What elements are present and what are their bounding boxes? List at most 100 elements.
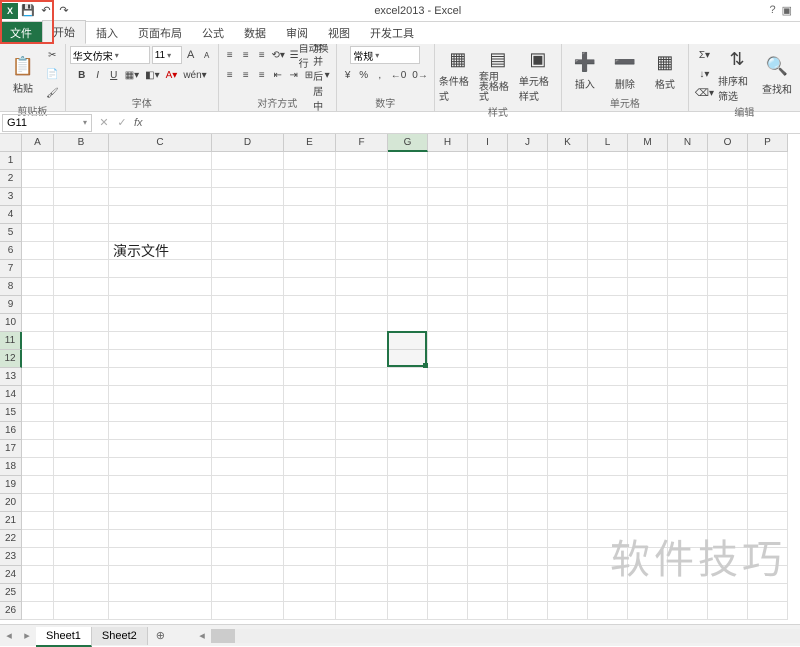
cell[interactable]	[548, 584, 588, 602]
cell[interactable]	[628, 458, 668, 476]
cell[interactable]	[708, 296, 748, 314]
cell[interactable]	[22, 368, 54, 386]
cell[interactable]	[22, 350, 54, 368]
cell[interactable]	[284, 476, 336, 494]
cell[interactable]	[336, 440, 388, 458]
cell[interactable]	[388, 404, 428, 422]
cell[interactable]	[468, 422, 508, 440]
cell[interactable]	[22, 206, 54, 224]
cell[interactable]	[668, 332, 708, 350]
wrap-text-button[interactable]: ☰自动换行	[288, 46, 332, 64]
cell[interactable]	[109, 458, 212, 476]
column-header-M[interactable]: M	[628, 134, 668, 152]
find-button[interactable]: 🔍查找和	[758, 54, 796, 96]
cell[interactable]	[668, 458, 708, 476]
cell[interactable]	[748, 242, 788, 260]
cell[interactable]	[748, 296, 788, 314]
merge-cells-button[interactable]: ⊞合并后居中▾	[303, 66, 332, 84]
cell[interactable]	[668, 152, 708, 170]
column-header-G[interactable]: G	[388, 134, 428, 152]
cell[interactable]	[284, 422, 336, 440]
cell[interactable]	[428, 188, 468, 206]
percent-icon[interactable]: %	[357, 66, 371, 84]
cell[interactable]	[588, 314, 628, 332]
cell[interactable]	[748, 206, 788, 224]
cell[interactable]	[54, 170, 109, 188]
row-header-10[interactable]: 10	[0, 314, 22, 332]
cell[interactable]	[284, 530, 336, 548]
cell[interactable]	[508, 386, 548, 404]
cell[interactable]	[54, 512, 109, 530]
cell[interactable]	[628, 296, 668, 314]
cell[interactable]	[428, 296, 468, 314]
cell[interactable]	[628, 548, 668, 566]
cell[interactable]	[388, 476, 428, 494]
cell[interactable]	[212, 548, 284, 566]
cell[interactable]	[548, 404, 588, 422]
cell[interactable]	[54, 548, 109, 566]
cell[interactable]	[54, 260, 109, 278]
cell[interactable]	[588, 152, 628, 170]
cell[interactable]	[388, 548, 428, 566]
cell[interactable]	[468, 170, 508, 188]
cell[interactable]	[588, 458, 628, 476]
cell[interactable]	[668, 530, 708, 548]
horizontal-scrollbar[interactable]: ◂	[193, 629, 800, 643]
phonetic-icon[interactable]: wén▾	[181, 66, 208, 84]
cell[interactable]	[428, 512, 468, 530]
cell[interactable]	[468, 494, 508, 512]
cell[interactable]	[548, 278, 588, 296]
cell[interactable]	[468, 386, 508, 404]
tab-insert[interactable]: 插入	[86, 22, 128, 44]
cell[interactable]	[212, 512, 284, 530]
cell[interactable]	[336, 188, 388, 206]
cell[interactable]	[336, 206, 388, 224]
redo-icon[interactable]: ↷	[56, 3, 72, 19]
cell[interactable]	[284, 602, 336, 620]
cell[interactable]	[628, 152, 668, 170]
cell[interactable]	[428, 332, 468, 350]
cell[interactable]	[212, 350, 284, 368]
cell[interactable]	[588, 512, 628, 530]
cell[interactable]	[548, 188, 588, 206]
cell[interactable]	[468, 332, 508, 350]
row-header-4[interactable]: 4	[0, 206, 22, 224]
sheet-nav-prev-icon[interactable]: ◂	[0, 629, 18, 642]
cell[interactable]	[468, 350, 508, 368]
cut-icon[interactable]: ✂	[44, 46, 61, 64]
cell[interactable]	[588, 530, 628, 548]
cell[interactable]	[428, 440, 468, 458]
sheet-tab-sheet1[interactable]: Sheet1	[36, 627, 92, 647]
cell[interactable]	[748, 368, 788, 386]
cell[interactable]	[468, 404, 508, 422]
cell[interactable]	[284, 260, 336, 278]
cell[interactable]	[54, 440, 109, 458]
cell[interactable]	[109, 584, 212, 602]
cell[interactable]	[109, 404, 212, 422]
column-header-O[interactable]: O	[708, 134, 748, 152]
cell[interactable]	[336, 584, 388, 602]
cell[interactable]	[212, 440, 284, 458]
cell[interactable]	[336, 602, 388, 620]
scroll-left-icon[interactable]: ◂	[193, 629, 211, 642]
cell[interactable]	[428, 494, 468, 512]
bold-button[interactable]: B	[75, 66, 89, 84]
cell[interactable]	[284, 494, 336, 512]
cell[interactable]	[508, 350, 548, 368]
row-header-16[interactable]: 16	[0, 422, 22, 440]
cell[interactable]	[508, 188, 548, 206]
cell[interactable]	[468, 206, 508, 224]
number-format-combo[interactable]: 常规▾	[350, 46, 420, 64]
copy-icon[interactable]: 📄	[44, 65, 61, 83]
cell[interactable]	[708, 440, 748, 458]
cell[interactable]	[708, 152, 748, 170]
cell[interactable]	[508, 296, 548, 314]
row-header-14[interactable]: 14	[0, 386, 22, 404]
cell[interactable]	[22, 278, 54, 296]
cell[interactable]	[388, 440, 428, 458]
cell[interactable]	[336, 350, 388, 368]
cell[interactable]	[22, 314, 54, 332]
cell[interactable]	[708, 170, 748, 188]
cell[interactable]	[468, 548, 508, 566]
cell[interactable]	[508, 242, 548, 260]
